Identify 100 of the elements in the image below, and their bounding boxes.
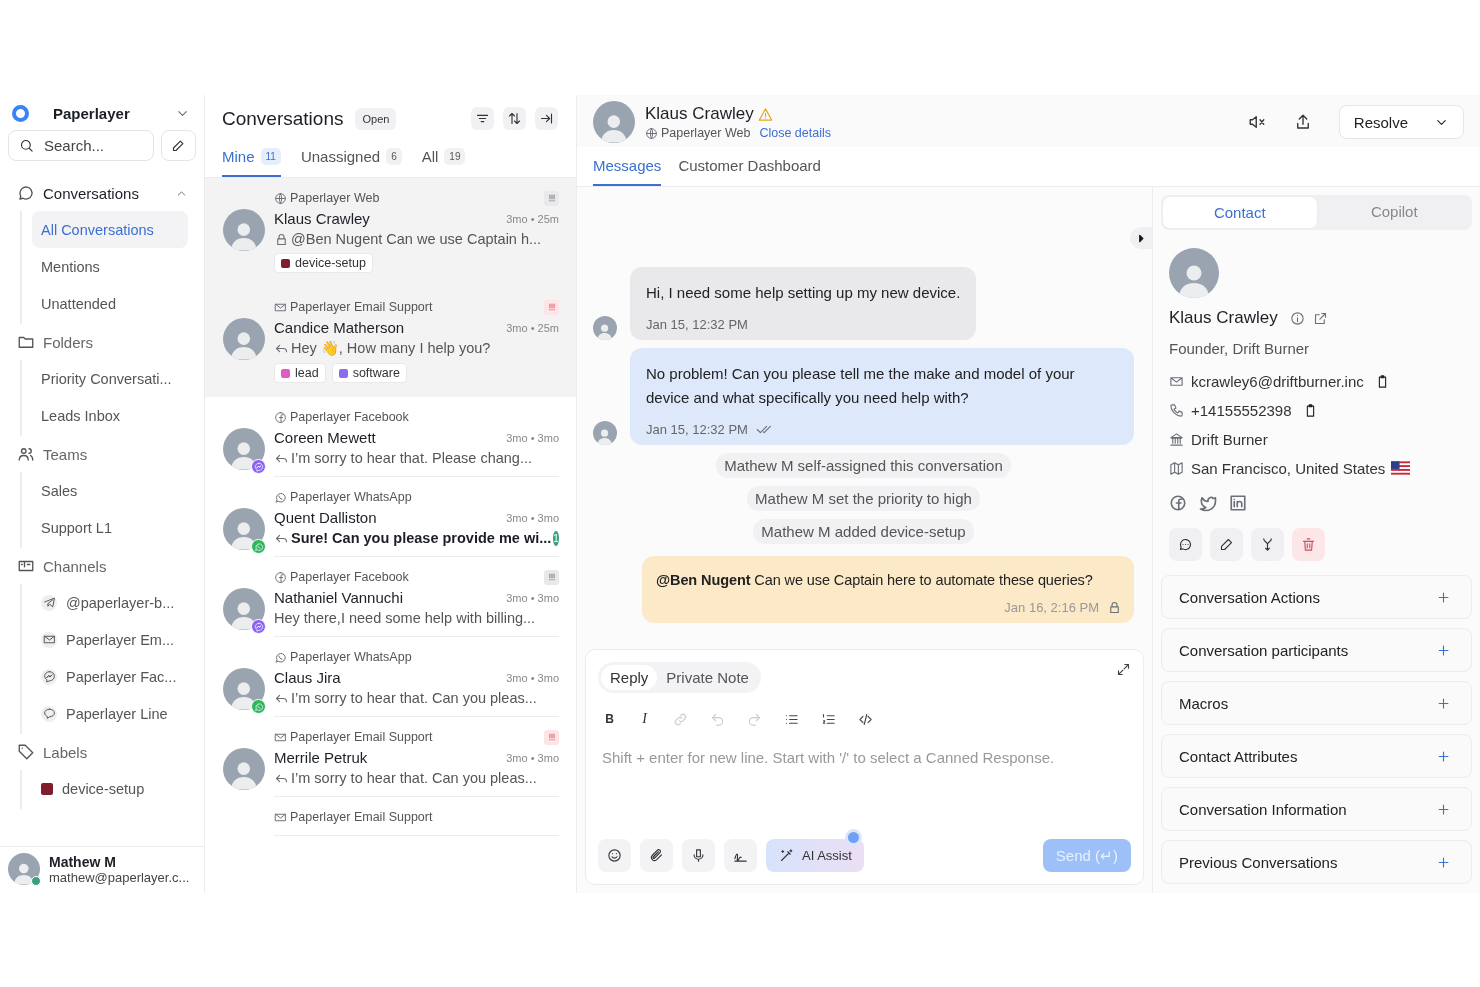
merge-icon: [1260, 537, 1275, 552]
list-tab[interactable]: All 19: [421, 138, 466, 177]
message-time: Jan 15, 12:32 PM: [646, 317, 748, 332]
conversation-item[interactable]: Paperlayer WhatsApp Quent Dalliston 3mo • 3mo Sure! Can you please provide me wi...1: [205, 477, 576, 557]
channel-name: Paperlayer Facebook: [290, 410, 409, 424]
code-icon[interactable]: [858, 711, 873, 727]
delete-button[interactable]: [1292, 528, 1325, 561]
italic-button[interactable]: I: [638, 711, 651, 727]
channel-name: Paperlayer Web: [661, 126, 751, 140]
channel-name: Paperlayer Email Support: [290, 730, 433, 744]
ordered-list-icon[interactable]: [821, 711, 836, 727]
accordion-section[interactable]: Macros: [1161, 681, 1472, 725]
label-name: software: [352, 366, 400, 380]
signature-button[interactable]: [724, 839, 757, 872]
timestamp: 3mo • 3mo: [506, 511, 559, 524]
search-field[interactable]: Search...: [8, 130, 154, 161]
activity-message: Mathew M set the priority to high: [747, 486, 980, 511]
panel-title: Conversations: [222, 107, 344, 130]
reply-mode-tab[interactable]: Reply: [601, 665, 658, 690]
channel-name: Paperlayer Email Support: [290, 300, 433, 314]
message-text: Hi, I need some help setting up my new device.: [646, 283, 961, 303]
reply-mode-tab[interactable]: Private Note: [657, 665, 758, 690]
message-input[interactable]: Shift + enter for new line. Start with '/' to select a Canned Response.: [598, 727, 1131, 839]
nav-item[interactable]: Paperlayer Fac...: [32, 658, 188, 695]
section-heading[interactable]: Labels: [43, 743, 188, 761]
filter-button[interactable]: [471, 107, 494, 130]
conversation-item[interactable]: Paperlayer WhatsApp Claus Jira 3mo • 3mo I’m sorry to hear that. Can you pleas...: [205, 637, 576, 717]
compose-button[interactable]: [161, 130, 196, 161]
reply-editor[interactable]: Reply Private Note B I Shift + enter for new line. Start with '/' to select a Canned Response. AI Assist Send (↵): [585, 649, 1144, 885]
facebook-icon[interactable]: [1169, 494, 1187, 512]
nav-item[interactable]: @paperlayer-b...: [32, 584, 188, 621]
nav-item[interactable]: Paperlayer Em...: [32, 621, 188, 658]
emoji-button[interactable]: [598, 839, 631, 872]
nav-item[interactable]: Leads Inbox: [32, 397, 188, 434]
notification-dot: [848, 832, 859, 843]
accordion-section[interactable]: Previous Conversations: [1161, 840, 1472, 884]
collapse-button[interactable]: [535, 107, 558, 130]
list-tab[interactable]: Unassigned 6: [300, 138, 402, 177]
nav-item[interactable]: All Conversations: [32, 211, 188, 248]
ai-assist-button[interactable]: AI Assist: [766, 839, 864, 872]
sort-icon: [507, 111, 522, 126]
section-heading[interactable]: Conversations: [43, 184, 167, 202]
nav-item[interactable]: Priority Conversati...: [32, 360, 188, 397]
user-avatar[interactable]: [8, 853, 40, 885]
nav-item[interactable]: Support L1: [32, 509, 188, 546]
message-preview: Hey there,I need some help with billing...: [274, 610, 536, 626]
accordion-section[interactable]: Conversation Actions: [1161, 575, 1472, 619]
close-details-link[interactable]: Close details: [759, 126, 831, 140]
conversation-item[interactable]: Paperlayer Email Support: [205, 797, 576, 836]
nav-item[interactable]: Mentions: [32, 248, 188, 285]
nav-item[interactable]: device-setup: [32, 770, 188, 807]
nav-item[interactable]: Sales: [32, 472, 188, 509]
attach-button[interactable]: [640, 839, 673, 872]
nav-item[interactable]: Unattended: [32, 285, 188, 322]
trash-icon: [1301, 537, 1316, 552]
edit-button[interactable]: [1210, 528, 1243, 561]
section-heading[interactable]: Teams: [43, 445, 188, 463]
contact-field-value: +14155552398: [1191, 401, 1292, 419]
details-tab[interactable]: Contact: [1162, 196, 1318, 229]
conversation-item[interactable]: Paperlayer Email Support Merrile Petruk 3mo • 3mo I’m sorry to hear that. Can you pleas...: [205, 717, 576, 797]
section-heading[interactable]: Channels: [43, 557, 188, 575]
microphone-button[interactable]: [682, 839, 715, 872]
conversation-item[interactable]: Paperlayer Facebook Nathaniel Vannuchi 3mo • 3mo Hey there,I need some help with billing...: [205, 557, 576, 637]
workspace-name[interactable]: Paperlayer: [53, 105, 165, 122]
conversation-item[interactable]: Paperlayer Email Support Candice Matherson 3mo • 25m Hey 👋, How many I help you? lead software: [205, 287, 576, 397]
twitter-icon[interactable]: [1199, 494, 1217, 512]
contact-name: Klaus Crawley: [645, 104, 754, 124]
contact-title: Founder, Drift Burner: [1169, 340, 1310, 357]
search-input[interactable]: Search...: [42, 136, 142, 155]
contact-name: Candice Matherson: [274, 319, 405, 336]
channel-name: Paperlayer Web: [290, 191, 380, 205]
nav-item[interactable]: Paperlayer Line: [32, 695, 188, 732]
sort-button[interactable]: [503, 107, 526, 130]
accordion-section[interactable]: Conversation Information: [1161, 787, 1472, 831]
merge-button[interactable]: [1251, 528, 1284, 561]
lock-icon: [1107, 600, 1122, 615]
contact-avatar: [223, 318, 265, 360]
conversation-item[interactable]: Paperlayer Web Klaus Crawley 3mo • 25m @Ben Nugent Can we use Captain h... device-setup: [205, 178, 576, 287]
microphone-icon: [691, 848, 706, 863]
conversation-item[interactable]: Paperlayer Facebook Coreen Mewett 3mo • 3mo I’m sorry to hear that. Please chang...: [205, 397, 576, 477]
contact-field-value: kcrawley6@driftburner.inc: [1191, 372, 1364, 390]
expand-panel-button[interactable]: [1130, 227, 1152, 249]
conversation-tab[interactable]: Customer Dashboard: [678, 157, 821, 186]
status-filter[interactable]: Open: [355, 107, 397, 130]
contact-avatar: [223, 668, 265, 710]
bold-button[interactable]: B: [603, 712, 616, 726]
message-button[interactable]: [1169, 528, 1202, 561]
resolve-button[interactable]: Resolve: [1338, 105, 1464, 139]
accordion-section[interactable]: Conversation participants: [1161, 628, 1472, 672]
linkedin-icon[interactable]: [1229, 494, 1247, 512]
message-time: Jan 16, 2:16 PM: [1004, 600, 1099, 615]
external-link-icon[interactable]: [1312, 310, 1328, 326]
channel-name: Paperlayer Email Support: [290, 810, 433, 824]
accordion-section[interactable]: Contact Attributes: [1161, 734, 1472, 778]
contact-name: Klaus Crawley: [274, 210, 370, 227]
activity-message: Mathew M self-assigned this conversation: [716, 453, 1011, 478]
sender-avatar: [593, 316, 617, 340]
section-heading[interactable]: Folders: [43, 333, 188, 351]
expand-icon[interactable]: [1116, 662, 1131, 677]
info-icon[interactable]: [1289, 310, 1305, 326]
